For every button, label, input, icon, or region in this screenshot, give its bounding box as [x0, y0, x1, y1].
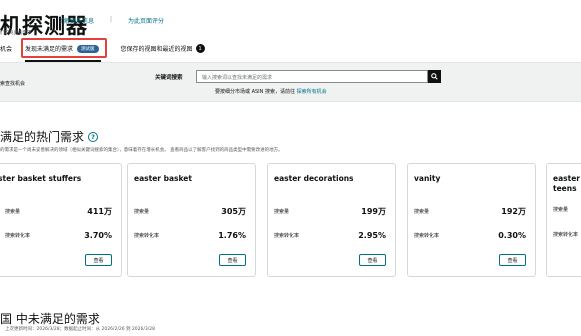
conversion-row: 搜索转化率 3.70%	[0, 231, 112, 240]
conversion-row: 搜索转化率 0.30%	[414, 231, 526, 240]
need-card: easter decorations 搜索量 199万 搜索转化率 2.95% …	[267, 163, 396, 277]
search-volume-row: 搜索量	[553, 206, 568, 213]
conversion-value: 3.70%	[84, 231, 112, 240]
conversion-row: 搜索转化率	[553, 231, 578, 238]
conversion-label: 搜索转化率	[274, 233, 300, 239]
search-volume-label: 搜索量	[5, 209, 21, 215]
search-panel: 索查找机会 关键词搜索 输入搜索词以查找未满足的需求 要按细分市场或 ASIN …	[0, 62, 581, 102]
header-links: 了解更多信息 | 为此页面评分	[58, 16, 164, 25]
tab-saved-views-label: 您保存的视图和最近的视图	[120, 46, 193, 53]
search-volume-row: 搜索量 305万	[134, 206, 246, 217]
card-title: easter b teens	[553, 174, 581, 193]
search-hint: 要按细分市场或 ASIN 搜索，请前往 探索所有机会	[215, 88, 327, 95]
conversion-label: 搜索转化率	[553, 232, 579, 238]
conversion-value: 2.95%	[358, 231, 386, 240]
search-panel-label: 索查找机会	[0, 81, 26, 87]
tab-saved-views[interactable]: 您保存的视图和最近的视图 1	[121, 44, 205, 53]
search-volume-value: 199万	[361, 207, 386, 216]
view-button[interactable]: 查看	[219, 254, 246, 266]
card-title: easter basket	[134, 174, 192, 183]
unmet-needs-section-title: 满足的热门需求 ?	[0, 128, 99, 145]
card-title: aster basket stuffers	[0, 174, 82, 183]
search-volume-row: 搜索量 199万	[274, 206, 386, 217]
rate-page-link[interactable]: 为此页面评分	[128, 16, 164, 25]
help-icon[interactable]: ?	[88, 131, 99, 142]
search-button[interactable]	[428, 70, 441, 83]
need-card: aster basket stuffers 搜索量 411万 搜索转化率 3.7…	[0, 163, 122, 277]
search-volume-value: 192万	[501, 207, 526, 216]
search-volume-label: 搜索量	[414, 209, 430, 215]
conversion-label: 搜索转化率	[134, 233, 160, 239]
keyword-search-label: 关键词搜索	[155, 75, 183, 81]
conversion-row: 搜索转化率 1.76%	[134, 231, 246, 240]
need-card: easter basket 搜索量 305万 搜索转化率 1.76% 查看	[127, 163, 256, 277]
country-section-title: 国 中未满足的需求	[0, 312, 100, 326]
need-card: vanity 搜索量 192万 搜索转化率 0.30% 查看	[407, 163, 536, 277]
search-volume-label: 搜索量	[553, 207, 569, 213]
link-separator: |	[110, 16, 113, 23]
view-button[interactable]: 查看	[499, 254, 526, 266]
conversion-label: 搜索转化率	[414, 233, 440, 239]
tab-highlight-box	[21, 38, 107, 58]
search-volume-value: 305万	[221, 207, 246, 216]
section-description: 的需求是一个尚未妥善解决的领域（相似关键词搜索的集合），意味着存在增长机会。 查…	[0, 148, 283, 153]
data-update-meta: 上次更新时间：2026/3/28；数据起止时间：从 2026/2/26 到 20…	[5, 327, 156, 332]
search-volume-value: 411万	[87, 207, 112, 216]
learn-more-link[interactable]: 了解更多信息	[58, 16, 94, 25]
view-button[interactable]: 查看	[359, 254, 386, 266]
card-title: easter decorations	[274, 174, 354, 183]
tab-opportunities[interactable]: 机会	[0, 44, 12, 53]
view-button[interactable]: 查看	[85, 254, 112, 266]
explore-opportunities-link[interactable]: 探索所有机会	[297, 89, 327, 95]
search-icon	[431, 73, 438, 80]
search-volume-label: 搜索量	[274, 209, 290, 215]
keyword-search-input[interactable]: 输入搜索词以查找未满足的需求	[196, 70, 428, 83]
need-card: easter b teens 搜索量 搜索转化率	[546, 163, 581, 277]
conversion-value: 0.30%	[498, 231, 526, 240]
card-title: vanity	[414, 174, 441, 183]
page-subtitle: 们的商品的需求	[0, 31, 32, 36]
saved-count-badge: 1	[195, 44, 205, 53]
conversion-row: 搜索转化率 2.95%	[274, 231, 386, 240]
search-volume-row: 搜索量 192万	[414, 206, 526, 217]
section-title-text: 满足的热门需求	[0, 130, 85, 144]
conversion-value: 1.76%	[218, 231, 246, 240]
search-volume-row: 搜索量 411万	[0, 206, 112, 217]
search-volume-label: 搜索量	[134, 209, 150, 215]
search-hint-text: 要按细分市场或 ASIN 搜索，请前往	[215, 89, 295, 95]
conversion-label: 搜索转化率	[5, 233, 31, 239]
